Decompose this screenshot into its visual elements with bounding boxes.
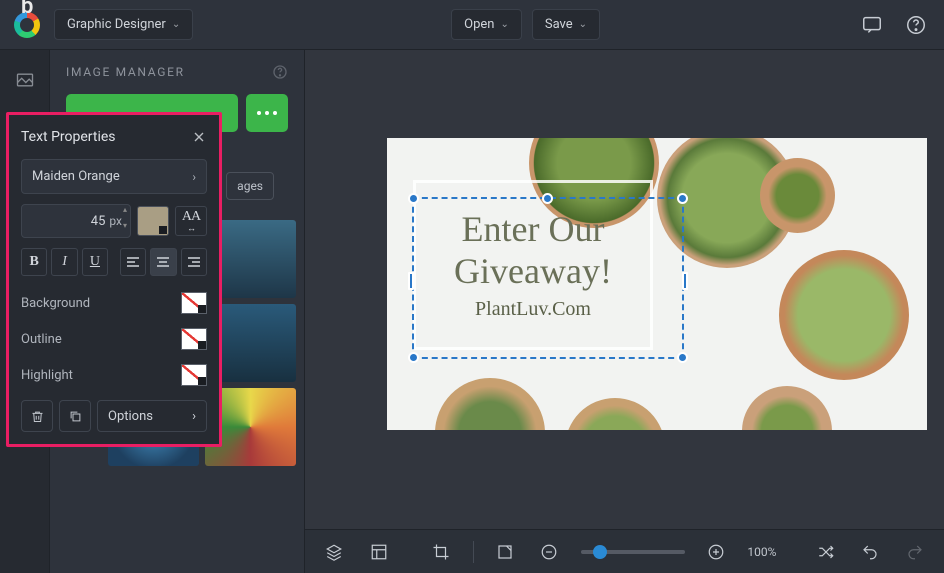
panel-title: Text Properties (21, 129, 116, 145)
underline-button[interactable]: U (82, 248, 108, 276)
font-family-dropdown[interactable]: Maiden Orange › (21, 159, 207, 194)
slider-thumb[interactable] (593, 545, 607, 559)
decrement-icon[interactable]: ▾ (118, 221, 132, 237)
chevron-down-icon: ⌄ (172, 19, 180, 30)
more-actions-button[interactable] (246, 94, 288, 132)
resize-handle[interactable] (408, 352, 419, 363)
outline-label: Outline (21, 332, 62, 347)
background-color-swatch[interactable] (181, 292, 207, 314)
highlight-label: Highlight (21, 368, 73, 383)
close-icon[interactable] (191, 129, 207, 145)
align-left-button[interactable] (120, 248, 146, 276)
letter-spacing-button[interactable]: AA↔ (175, 206, 207, 236)
resize-handle[interactable] (682, 272, 688, 290)
plant-image (435, 378, 545, 430)
help-icon[interactable] (902, 11, 930, 39)
expand-icon[interactable] (492, 538, 519, 566)
resize-handle[interactable] (677, 193, 688, 204)
redo-icon[interactable] (901, 538, 928, 566)
zoom-slider[interactable] (581, 550, 685, 554)
open-button[interactable]: Open ⌄ (451, 9, 522, 40)
options-button[interactable]: Options › (97, 400, 207, 432)
highlight-color-swatch[interactable] (181, 364, 207, 386)
plant-image (779, 250, 909, 380)
resize-handle[interactable] (408, 272, 414, 290)
outline-color-swatch[interactable] (181, 328, 207, 350)
image-tool-icon[interactable] (11, 66, 39, 94)
bottom-bar: 100% (305, 529, 944, 573)
save-button[interactable]: Save ⌄ (532, 9, 600, 40)
align-center-button[interactable] (150, 248, 176, 276)
top-bar: b Graphic Designer ⌄ Open ⌄ Save ⌄ (0, 0, 944, 50)
delete-button[interactable] (21, 400, 53, 432)
stock-images-tab[interactable]: ages (226, 172, 274, 200)
chevron-right-icon: › (192, 409, 196, 424)
crop-icon[interactable] (428, 538, 455, 566)
plant-image (760, 158, 835, 233)
chevron-down-icon: ⌄ (500, 19, 508, 30)
duplicate-button[interactable] (59, 400, 91, 432)
background-label: Background (21, 296, 90, 311)
italic-button[interactable]: I (51, 248, 77, 276)
info-icon[interactable] (272, 64, 288, 80)
chevron-right-icon: › (192, 170, 196, 184)
undo-icon[interactable] (857, 538, 884, 566)
main-area: IMAGE MANAGER ages Text Properties (0, 50, 944, 573)
sidebar-title: IMAGE MANAGER (66, 65, 185, 79)
plant-image (742, 386, 832, 430)
align-right-button[interactable] (181, 248, 207, 276)
artboard[interactable]: Enter OurGiveaway! PlantLuv.Com (387, 138, 927, 430)
resize-handle[interactable] (542, 193, 553, 204)
chevron-down-icon: ⌄ (579, 19, 587, 30)
text-element[interactable]: Enter OurGiveaway! PlantLuv.Com (413, 180, 653, 350)
zoom-out-icon[interactable] (536, 538, 563, 566)
text-color-swatch[interactable] (137, 206, 169, 236)
resize-handle[interactable] (677, 352, 688, 363)
app-logo: b (14, 12, 54, 38)
chat-icon[interactable] (858, 11, 886, 39)
font-size-input[interactable]: 45 px ▴▾ (21, 204, 131, 238)
shuffle-icon[interactable] (812, 538, 839, 566)
plant-image (565, 398, 665, 430)
mode-dropdown[interactable]: Graphic Designer ⌄ (54, 9, 193, 40)
text-properties-panel: Text Properties Maiden Orange › 45 px ▴▾… (6, 112, 222, 447)
zoom-in-icon[interactable] (703, 538, 730, 566)
mode-label: Graphic Designer (67, 17, 166, 32)
canvas-area[interactable]: Enter OurGiveaway! PlantLuv.Com (305, 50, 944, 573)
layout-icon[interactable] (366, 538, 393, 566)
resize-handle[interactable] (408, 193, 419, 204)
zoom-value: 100% (747, 545, 776, 559)
increment-icon[interactable]: ▴ (118, 205, 132, 221)
bold-button[interactable]: B (21, 248, 47, 276)
selection-box[interactable] (412, 197, 684, 359)
layers-icon[interactable] (321, 538, 348, 566)
